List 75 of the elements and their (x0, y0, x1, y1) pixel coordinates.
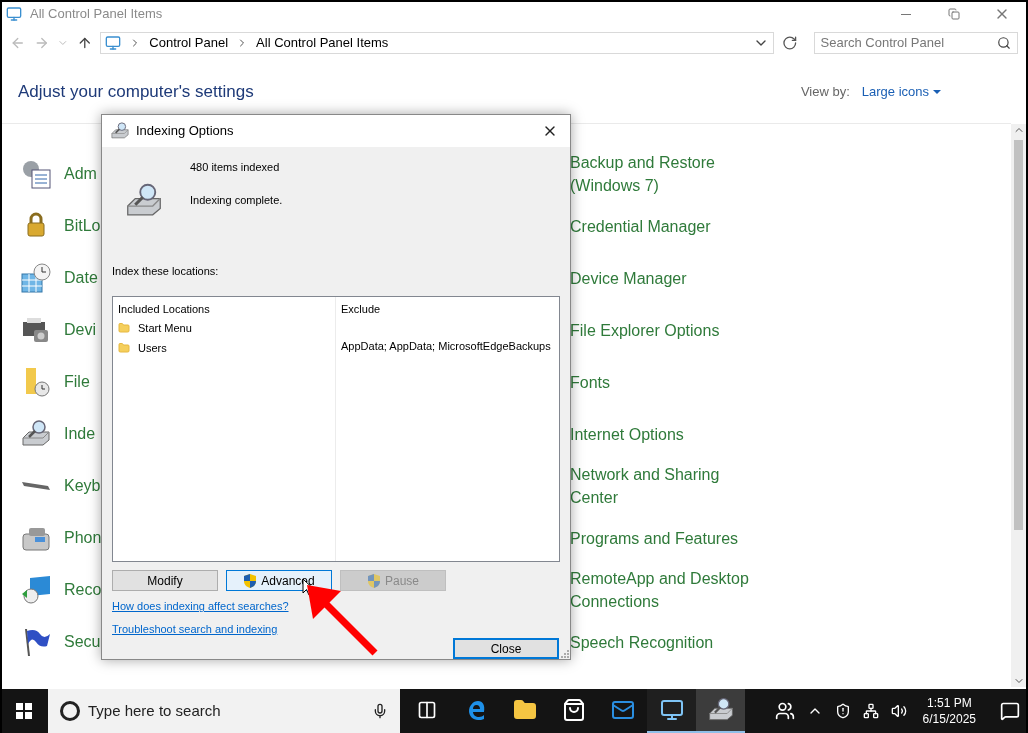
control-panel-item[interactable]: Adm (64, 162, 97, 186)
window-title: All Control Panel Items (30, 5, 163, 24)
control-panel-item[interactable]: Date (64, 266, 98, 290)
control-panel-item[interactable]: File Explorer Options (570, 318, 720, 342)
gear-checklist-icon (20, 158, 52, 190)
monitor-icon (659, 698, 684, 722)
control-panel-item[interactable]: File (64, 370, 90, 394)
folder-icon (118, 322, 130, 335)
control-panel-item[interactable]: Reco (64, 578, 102, 602)
folder-icon (118, 341, 130, 354)
security-alert-icon[interactable] (834, 703, 851, 719)
help-link[interactable]: Troubleshoot search and indexing (112, 620, 278, 638)
monitor-clock-icon (20, 574, 52, 606)
column-header[interactable]: Included Locations (118, 300, 335, 317)
control-panel-item[interactable]: Fonts (570, 370, 610, 394)
dialog-title: Indexing Options (136, 122, 234, 141)
taskbar-search-input[interactable]: Type here to search (88, 699, 364, 723)
restore-icon (948, 8, 960, 20)
address-bar[interactable]: Control Panel All Control Panel Items (100, 32, 774, 54)
minimize-icon (901, 13, 911, 15)
column-header[interactable]: Exclude (341, 300, 559, 317)
volume-icon[interactable] (890, 703, 907, 719)
control-panel-item[interactable]: Programs and Features (570, 526, 739, 550)
control-panel-item[interactable]: Devi (64, 318, 96, 342)
shopping-bag-icon (561, 698, 586, 722)
exclude-cell-text: AppData; AppData; MicrosoftEdgeBackups (341, 339, 552, 353)
dialog-close-button[interactable]: Close (453, 638, 559, 659)
location-row[interactable]: Users (118, 339, 335, 356)
locations-label: Index these locations: (112, 264, 220, 279)
page-heading: Adjust your computer's settings (18, 80, 254, 103)
view-by-label: View by: (800, 82, 850, 101)
control-panel-item[interactable]: Internet Options (570, 422, 684, 446)
control-panel-icon (6, 6, 22, 22)
calendar-clock-icon (20, 262, 52, 294)
windows-icon (16, 703, 32, 719)
control-panel-item[interactable]: RemoteApp and Desktop Connections (570, 567, 749, 613)
dialog-button[interactable]: Modify (112, 570, 218, 592)
view-by-link[interactable]: Large icons (861, 81, 941, 102)
cortana-icon (60, 701, 80, 721)
breadcrumb[interactable]: All Control Panel Items (256, 33, 389, 53)
taskbar-search-field[interactable]: Type here to search (48, 689, 400, 733)
microphone-icon[interactable] (372, 703, 388, 719)
clock[interactable]: 1:51 PM 6/15/2025 (918, 695, 980, 727)
task-view-icon (416, 700, 437, 720)
refresh-icon[interactable] (782, 35, 798, 51)
resize-grip-icon[interactable] (561, 650, 569, 658)
control-panel-item[interactable]: Credential Manager (570, 214, 711, 238)
people-icon[interactable] (774, 701, 795, 721)
indexing-status: Indexing complete. (190, 192, 283, 208)
search-icon (997, 36, 1011, 50)
control-panel-item[interactable]: Keyb (64, 474, 101, 498)
mail-icon (610, 698, 635, 722)
items-indexed-count: 480 items indexed (190, 160, 281, 175)
taskbar-app-button[interactable] (696, 689, 745, 733)
control-panel-item[interactable]: Device Manager (570, 266, 687, 290)
control-panel-icon (105, 35, 122, 51)
network-icon[interactable] (862, 703, 879, 719)
control-panel-item[interactable]: BitLo (64, 214, 101, 238)
control-panel-item[interactable]: Network and Sharing Center (570, 463, 720, 509)
control-panel-item[interactable]: Speech Recognition (570, 630, 714, 654)
help-link[interactable]: How does indexing affect searches? (112, 598, 289, 615)
keyboard-icon (22, 482, 50, 490)
control-panel-item[interactable]: Inde (64, 422, 96, 446)
taskbar-app-button[interactable] (647, 689, 696, 733)
breadcrumb[interactable]: Control Panel (149, 33, 229, 53)
search-input[interactable]: Search Control Panel (820, 33, 997, 53)
search-field[interactable]: Search Control Panel (813, 32, 1018, 54)
location-row[interactable]: Start Menu (118, 320, 335, 337)
folder-icon (512, 698, 537, 722)
dialog-button[interactable]: Advanced (226, 570, 332, 592)
notifications-icon[interactable] (1000, 701, 1020, 721)
control-panel-item[interactable]: Backup and Restore (Windows 7) (570, 151, 715, 197)
control-panel-item[interactable]: Secu (64, 630, 101, 654)
dialog-icon (110, 121, 130, 141)
control-panel-item[interactable]: Phon (64, 526, 102, 550)
